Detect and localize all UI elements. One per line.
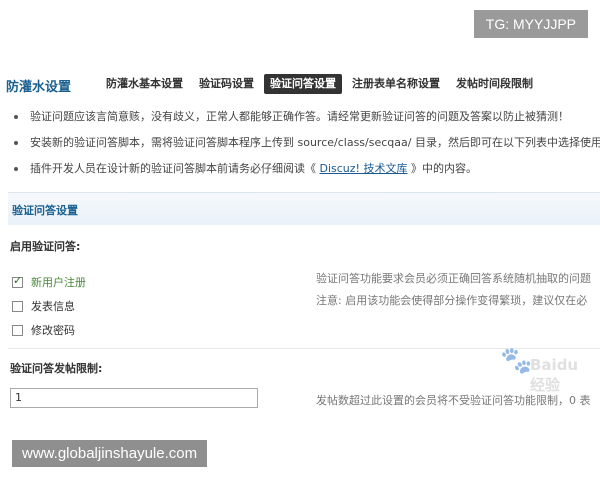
limit-label: 验证问答发帖限制: [10, 362, 103, 375]
option-label: 新用户注册 [31, 276, 86, 289]
watermark-top: TG: MYYJJPP [473, 10, 588, 38]
section-header: 验证问答设置 [8, 192, 600, 225]
enable-secqaa-label: 启用验证问答: [10, 240, 81, 253]
tip-item: 插件开发人员在设计新的验证问答脚本前请务必仔细阅读《 Discuz! 技术文库 … [0, 156, 600, 182]
limit-input[interactable]: 1 [10, 388, 258, 408]
tab-post-time[interactable]: 发帖时间段限制 [450, 74, 539, 94]
section-title: 验证问答设置 [12, 204, 78, 217]
page-title: 防灌水设置 [6, 80, 72, 95]
tab-register-form[interactable]: 注册表单名称设置 [346, 74, 446, 94]
tab-bar: 防灌水基本设置 验证码设置 验证问答设置 注册表单名称设置 发帖时间段限制 [100, 74, 543, 94]
baidu-watermark: 🐾 Baidu 经验 [500, 346, 590, 394]
tip-text: 安装新的验证问答脚本，需将验证问答脚本程序上传到 source/class/se… [30, 136, 600, 149]
tab-captcha[interactable]: 验证码设置 [193, 74, 260, 94]
tip-item: 安装新的验证问答脚本，需将验证问答脚本程序上传到 source/class/se… [0, 130, 600, 156]
tip-item: 验证问题应该言简意赅，没有歧义，正常人都能够正确作答。请经常更新验证问答的问题及… [0, 104, 600, 130]
tip-text: 》中的内容。 [407, 162, 477, 175]
option-label: 发表信息 [31, 300, 75, 313]
checkbox-password[interactable] [12, 324, 23, 336]
secqaa-options: 新用户注册 发表信息 修改密码 [12, 270, 86, 342]
enable-note: 注意: 启用该功能会使得部分操作变得繁琐，建议仅在必 [316, 294, 588, 307]
tip-text: 插件开发人员在设计新的验证问答脚本前请务必仔细阅读《 [30, 162, 320, 175]
tips-list: 验证问题应该言简意赅，没有歧义，正常人都能够正确作答。请经常更新验证问答的问题及… [0, 104, 600, 182]
enable-desc: 验证问答功能要求会员必须正确回答系统随机抽取的问题 [316, 272, 591, 285]
checkbox-register[interactable] [12, 274, 23, 288]
tab-secqaa[interactable]: 验证问答设置 [264, 74, 342, 94]
checkbox-post[interactable] [12, 300, 23, 312]
option-post[interactable]: 发表信息 [12, 294, 86, 318]
paw-icon: 🐾 [500, 346, 533, 376]
tab-basic[interactable]: 防灌水基本设置 [100, 74, 189, 94]
discuz-doc-link[interactable]: Discuz! 技术文库 [320, 162, 408, 175]
option-register[interactable]: 新用户注册 [12, 270, 86, 294]
option-label: 修改密码 [31, 324, 75, 337]
baidu-text: Baidu 经验 [530, 356, 579, 394]
watermark-bottom: www.globaljinshayule.com [12, 440, 208, 467]
header: 防灌水设置 防灌水基本设置 验证码设置 验证问答设置 注册表单名称设置 发帖时间… [0, 72, 600, 98]
tip-text: 验证问题应该言简意赅，没有歧义，正常人都能够正确作答。请经常更新验证问答的问题及… [30, 110, 569, 123]
option-password[interactable]: 修改密码 [12, 318, 86, 342]
